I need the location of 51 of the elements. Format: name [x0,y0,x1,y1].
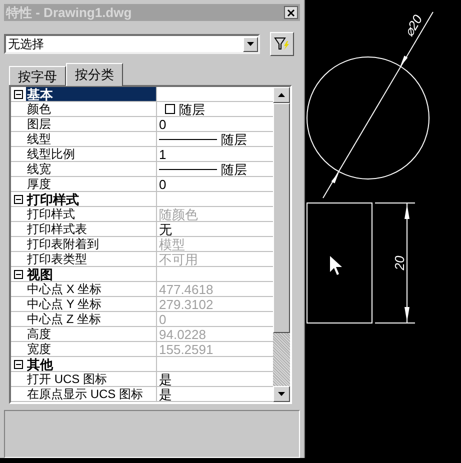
close-icon [287,8,295,16]
scroll-thumb[interactable] [273,103,290,333]
selection-dropdown[interactable]: 无选择 [4,34,260,54]
property-value[interactable]: 0 [159,176,166,192]
category-header[interactable]: 基本 [26,87,156,101]
property-name: 宽度 [26,342,52,356]
property-value[interactable]: 无 [159,222,172,236]
property-name: 线宽 [26,162,52,176]
property-name: 中心点 Y 坐标 [26,297,102,311]
line-sample-icon [159,138,217,140]
scroll-up-icon[interactable] [273,87,290,103]
property-value[interactable]: 是 [159,386,172,402]
quick-select-button[interactable] [270,32,294,56]
property-value[interactable]: 是 [159,372,172,386]
color-swatch-icon [165,104,175,114]
property-name: 图层 [26,117,52,131]
property-name: 打印样式 [26,207,76,221]
property-name: 中心点 Z 坐标 [26,312,102,326]
scroll-down-icon[interactable] [273,386,290,402]
line-sample-icon [159,168,217,170]
collapse-toggle-icon[interactable] [11,357,26,371]
property-name: 颜色 [26,102,52,116]
property-value[interactable]: 随层 [179,102,205,116]
property-name: 打印表类型 [26,252,88,266]
filter-lightning-icon [274,37,290,51]
category-header[interactable]: 视图 [26,267,156,281]
property-name: 打开 UCS 图标 [26,372,108,386]
collapse-toggle-icon[interactable] [11,87,26,101]
category-header[interactable]: 其他 [26,357,156,371]
property-name: 厚度 [26,177,52,191]
property-value[interactable]: 随层 [221,162,247,176]
property-value[interactable]: 1 [159,146,166,162]
property-name: 高度 [26,327,52,341]
collapse-toggle-icon[interactable] [11,192,26,206]
window-title: 特性 - Drawing1.dwg [4,4,133,22]
tab[interactable]: 按字母 [9,66,66,85]
category-header[interactable]: 打印样式 [26,192,156,206]
dimension-text: 20 [392,256,407,270]
tab[interactable]: 按分类 [66,63,123,86]
close-button[interactable] [284,6,298,19]
property-name: 线型比例 [26,147,76,161]
property-name: 线型 [26,132,52,146]
cursor-icon [330,256,342,275]
property-value[interactable]: 随层 [221,132,247,146]
property-name: 打印样式表 [26,222,88,236]
property-name: 打印表附着到 [26,237,100,251]
property-name: 在原点显示 UCS 图标 [26,387,144,401]
property-value[interactable]: 0 [159,116,166,132]
scrollbar[interactable] [273,87,290,402]
collapse-toggle-icon[interactable] [11,267,26,281]
property-name: 中心点 X 坐标 [26,282,103,296]
